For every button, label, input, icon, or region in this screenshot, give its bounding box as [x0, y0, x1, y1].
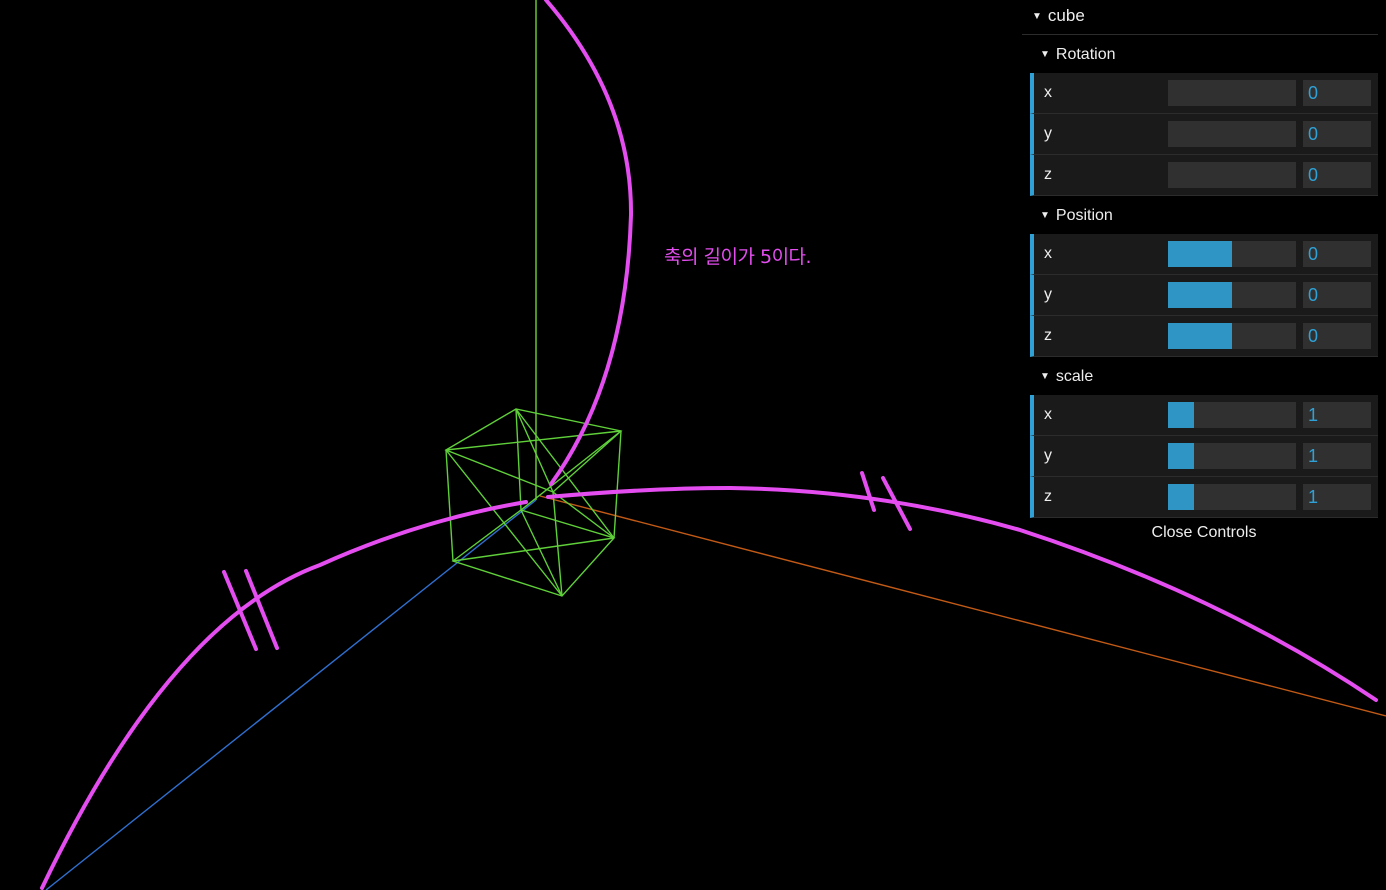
scale-x-slider[interactable] [1168, 402, 1296, 428]
position-x-input[interactable] [1303, 241, 1371, 267]
control-label: x [1044, 245, 1052, 262]
position-z-control: z [1030, 316, 1378, 357]
slider-fill [1168, 241, 1232, 267]
position-x-slider[interactable] [1168, 241, 1296, 267]
control-label: x [1044, 406, 1052, 423]
control-label: z [1044, 166, 1052, 183]
control-label: y [1044, 125, 1052, 142]
folder-cube-title: cube [1047, 6, 1085, 25]
slider-fill [1168, 484, 1194, 510]
folder-rotation[interactable]: ▼ Rotation [1030, 35, 1378, 73]
folder-cube[interactable]: ▼ cube [1022, 0, 1378, 35]
folder-rotation-title: Rotation [1055, 46, 1116, 63]
folder-scale[interactable]: ▼ scale [1030, 357, 1378, 395]
folder-position-title: Position [1055, 207, 1113, 224]
rotation-y-slider[interactable] [1168, 121, 1296, 147]
scale-x-control: x [1030, 395, 1378, 436]
position-z-input[interactable] [1303, 323, 1371, 349]
triangle-down-icon: ▼ [1032, 11, 1042, 22]
slider-fill [1168, 443, 1194, 469]
control-label: x [1044, 84, 1052, 101]
scale-z-slider[interactable] [1168, 484, 1296, 510]
rotation-x-input[interactable] [1303, 80, 1371, 106]
control-label: z [1044, 327, 1052, 344]
rotation-z-slider[interactable] [1168, 162, 1296, 188]
control-label: y [1044, 286, 1052, 303]
scale-z-control: z [1030, 477, 1378, 518]
dat-gui-panel: ▼cube ▼Rotationxyz▼Positionxyz▼scalexyz … [1022, 0, 1378, 546]
position-z-slider[interactable] [1168, 323, 1296, 349]
close-controls-button[interactable]: Close Controls [1030, 518, 1378, 546]
rotation-y-control: y [1030, 114, 1378, 155]
folder-scale-title: scale [1055, 368, 1094, 385]
cube-folders: ▼ Rotation x y z ▼ Position x y z ▼ scale x y z [1030, 35, 1378, 518]
scale-y-control: y [1030, 436, 1378, 477]
slider-fill [1168, 323, 1232, 349]
z-axis-line [45, 499, 537, 890]
triangle-down-icon: ▼ [1040, 371, 1050, 382]
slider-fill [1168, 402, 1194, 428]
axis-length-annotation: 축의 길이가 5이다. [664, 246, 812, 268]
scale-y-input[interactable] [1303, 443, 1371, 469]
scale-z-input[interactable] [1303, 484, 1371, 510]
scale-y-slider[interactable] [1168, 443, 1296, 469]
position-y-slider[interactable] [1168, 282, 1296, 308]
control-label: z [1044, 488, 1052, 505]
slider-fill [1168, 282, 1232, 308]
position-y-control: y [1030, 275, 1378, 316]
rotation-z-input[interactable] [1303, 162, 1371, 188]
rotation-z-control: z [1030, 155, 1378, 196]
scale-x-input[interactable] [1303, 402, 1371, 428]
control-label: y [1044, 447, 1052, 464]
rotation-y-input[interactable] [1303, 121, 1371, 147]
triangle-down-icon: ▼ [1040, 210, 1050, 221]
position-y-input[interactable] [1303, 282, 1371, 308]
rotation-x-control: x [1030, 73, 1378, 114]
folder-position[interactable]: ▼ Position [1030, 196, 1378, 234]
triangle-down-icon: ▼ [1040, 49, 1050, 60]
rotation-x-slider[interactable] [1168, 80, 1296, 106]
position-x-control: x [1030, 234, 1378, 275]
